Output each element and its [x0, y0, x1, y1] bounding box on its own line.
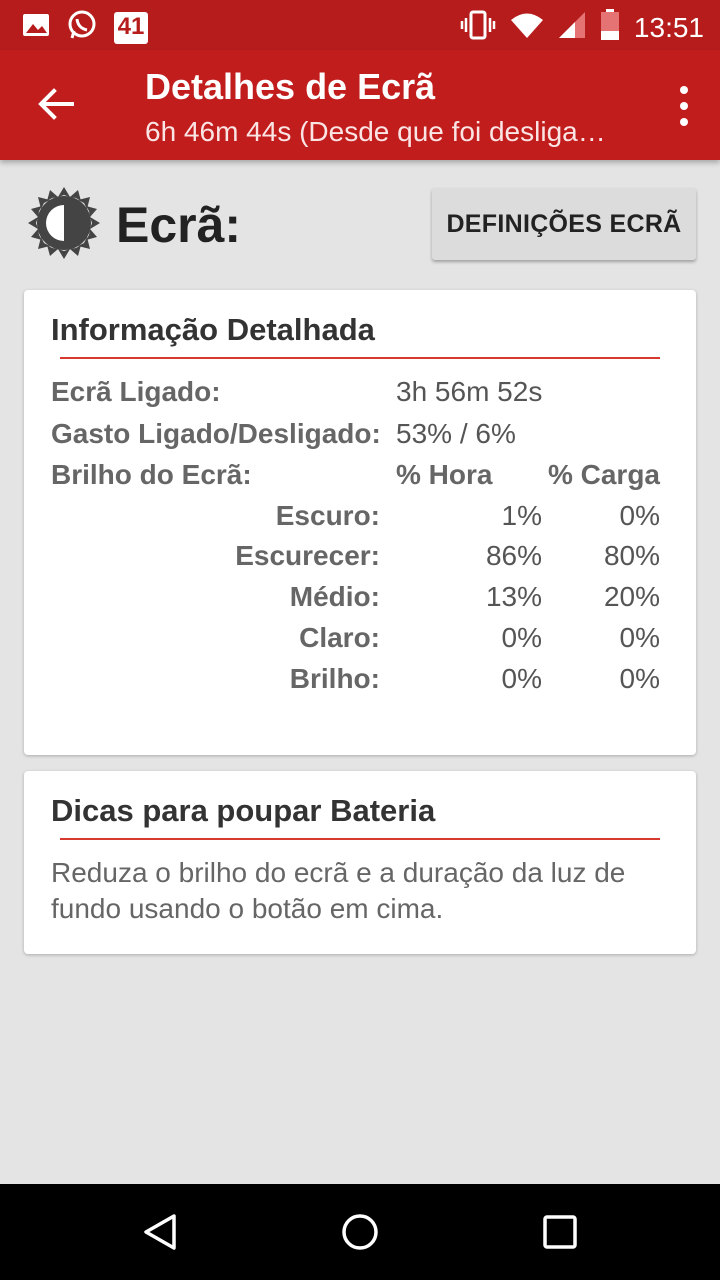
brightness-row-carga: 20% — [603, 581, 660, 612]
brightness-row-label: Médio: — [289, 581, 380, 612]
card-title: Informação Detalhada — [51, 312, 375, 347]
brightness-row-label: Escurecer: — [235, 540, 380, 571]
tip-text: Reduza o brilho do ecrã e a duração da l… — [51, 857, 626, 924]
nav-back-button[interactable] — [140, 1212, 180, 1252]
vibrate-icon — [460, 10, 496, 45]
page-subtitle: 6h 46m 44s (Desde que foi desligado) — [145, 116, 615, 147]
brightness-row-hora: 1% — [501, 500, 542, 531]
more-vert-icon — [680, 86, 688, 94]
brightness-row-label: Escuro: — [275, 500, 380, 531]
brightness-row-carga: 0% — [619, 622, 660, 653]
brightness-row-carga: 80% — [603, 540, 660, 571]
brightness-row-label: Claro: — [299, 622, 380, 653]
brightness-row-hora: 13% — [485, 581, 542, 612]
brightness-row-hora: 0% — [501, 622, 542, 653]
nav-home-button[interactable] — [340, 1212, 380, 1252]
app-bar: Detalhes de Ecrã 6h 46m 44s (Desde que f… — [0, 50, 720, 160]
brightness-label: Brilho do Ecrã: — [51, 459, 252, 490]
detail-info-card: Informação Detalhada Ecrã Ligado: 3h 56m… — [24, 290, 696, 755]
spent-value: 53% / 6% — [396, 418, 516, 449]
arrow-left-icon — [38, 88, 74, 120]
card-title: Dicas para poupar Bateria — [51, 793, 436, 828]
status-time: 13:51 — [633, 11, 704, 43]
screen-section-label: Ecrã: — [116, 197, 242, 253]
calendar-icon: 41 — [114, 11, 148, 44]
screen-on-value: 3h 56m 52s — [396, 376, 543, 407]
brightness-row-carga: 0% — [619, 500, 660, 531]
screen-settings-button[interactable]: DEFINIÇÕES ECRÃ — [432, 188, 696, 260]
whatsapp-icon — [66, 9, 98, 46]
divider — [60, 838, 660, 840]
triangle-back-icon — [144, 1214, 176, 1250]
navigation-bar — [0, 1184, 720, 1280]
back-button[interactable] — [36, 84, 76, 124]
brightness-row-hora: 0% — [501, 663, 542, 694]
brightness-row-label: Brilho: — [289, 663, 380, 694]
wifi-icon — [510, 11, 544, 44]
brightness-row-carga: 0% — [619, 663, 660, 694]
nav-recents-button[interactable] — [540, 1212, 580, 1252]
circle-home-icon — [342, 1214, 378, 1250]
square-recents-icon — [543, 1215, 577, 1249]
signal-icon — [558, 11, 586, 44]
page-title: Detalhes de Ecrã — [145, 66, 436, 107]
overflow-menu-button[interactable] — [678, 86, 690, 126]
status-bar: 41 13:51 — [0, 0, 720, 50]
screen-on-label: Ecrã Ligado: — [51, 376, 221, 407]
divider — [60, 357, 660, 359]
column-header-hora: % Hora — [396, 459, 493, 490]
spent-label: Gasto Ligado/Desligado: — [51, 418, 381, 449]
image-icon — [22, 11, 50, 44]
brightness-row-hora: 86% — [485, 540, 542, 571]
column-header-carga: % Carga — [547, 459, 660, 490]
battery-icon — [600, 9, 620, 46]
battery-tips-card: Dicas para poupar Bateria Reduza o brilh… — [24, 771, 696, 954]
brightness-icon — [26, 185, 102, 261]
